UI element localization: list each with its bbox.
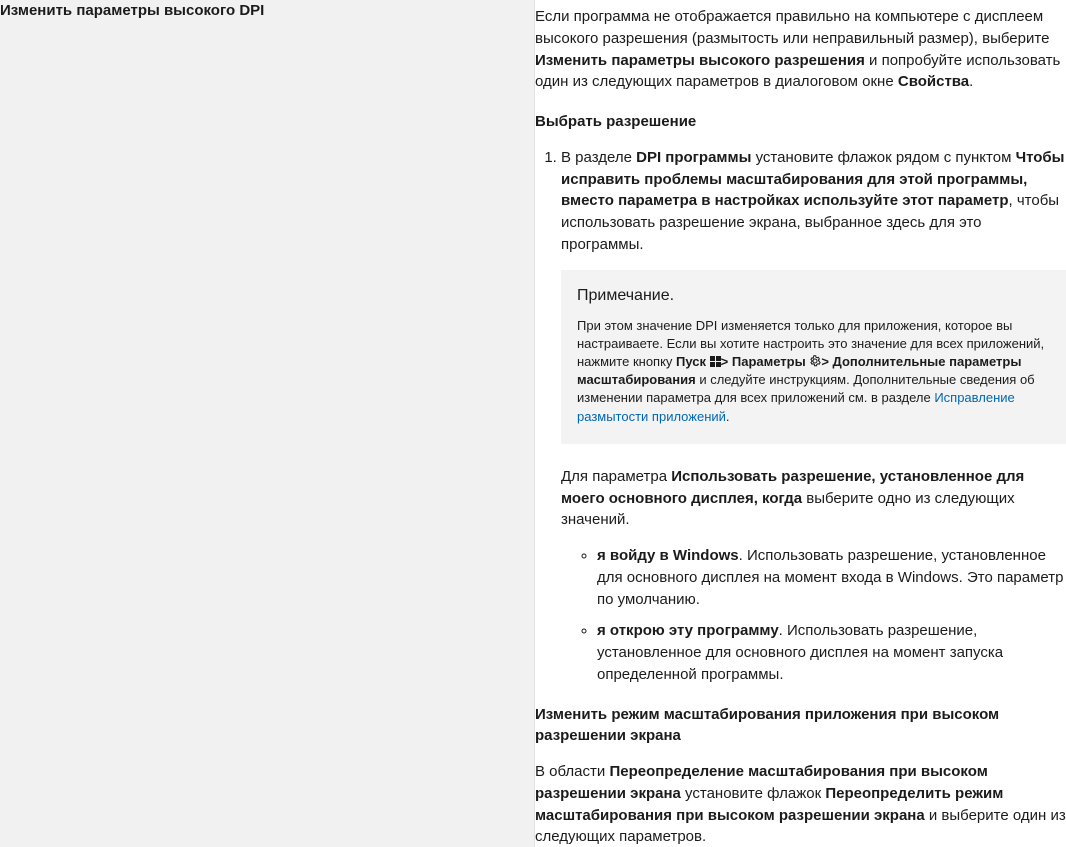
step-1: В разделе DPI программы установите флажо… [561, 147, 1066, 686]
steps-list: В разделе DPI программы установите флажо… [535, 147, 1066, 686]
setting-description-cell: Если программа не отображается правильно… [535, 0, 1066, 847]
setting-name-cell: Изменить параметры высокого DPI [0, 0, 535, 847]
options-list: я войду в Windows. Использовать разрешен… [561, 545, 1066, 686]
option-open-this-program: я открою эту программу. Использовать раз… [597, 620, 1066, 685]
section2-paragraph: В области Переопределение масштабировани… [535, 761, 1066, 847]
note-title: Примечание. [577, 284, 1050, 307]
page: Изменить параметры высокого DPI Если про… [0, 0, 1066, 847]
intro-text-3: . [969, 73, 973, 90]
intro-bold-2: Свойства [898, 73, 969, 90]
note-body: При этом значение DPI изменяется только … [577, 317, 1050, 426]
s2-a: В области [535, 763, 609, 780]
note-text-end: . [726, 409, 730, 424]
step1-text-a: В разделе [561, 149, 636, 166]
gear-icon [809, 354, 821, 366]
note-box: Примечание. При этом значение DPI изменя… [561, 270, 1066, 444]
step1-bold-b: DPI программы [636, 149, 751, 166]
note-bold-params: Параметры [732, 354, 809, 369]
note-gt-2: > [821, 354, 832, 369]
intro-bold-1: Изменить параметры высокого разрешения [535, 52, 865, 69]
opt2-bold: я открою эту программу [597, 622, 779, 639]
note-bold-start: Пуск [676, 354, 710, 369]
param-intro: Для параметра Использовать разрешение, у… [561, 466, 1066, 531]
opt1-bold: я войду в Windows [597, 547, 739, 564]
note-gt-1: > [721, 354, 732, 369]
param-intro-a: Для параметра [561, 468, 671, 485]
intro-text-1: Если программа не отображается правильно… [535, 8, 1049, 47]
step1-text-c: установите флажок рядом с пунктом [751, 149, 1015, 166]
section-change-scaling-title: Изменить режим масштабирования приложени… [535, 704, 1066, 748]
s2-c: установите флажок [681, 785, 825, 802]
intro-paragraph: Если программа не отображается правильно… [535, 6, 1066, 93]
windows-start-icon [710, 356, 721, 367]
option-sign-in-windows: я войду в Windows. Использовать разрешен… [597, 545, 1066, 610]
settings-table: Изменить параметры высокого DPI Если про… [0, 0, 1066, 847]
setting-name-label: Изменить параметры высокого DPI [0, 0, 534, 22]
section-choose-resolution-title: Выбрать разрешение [535, 111, 1066, 133]
